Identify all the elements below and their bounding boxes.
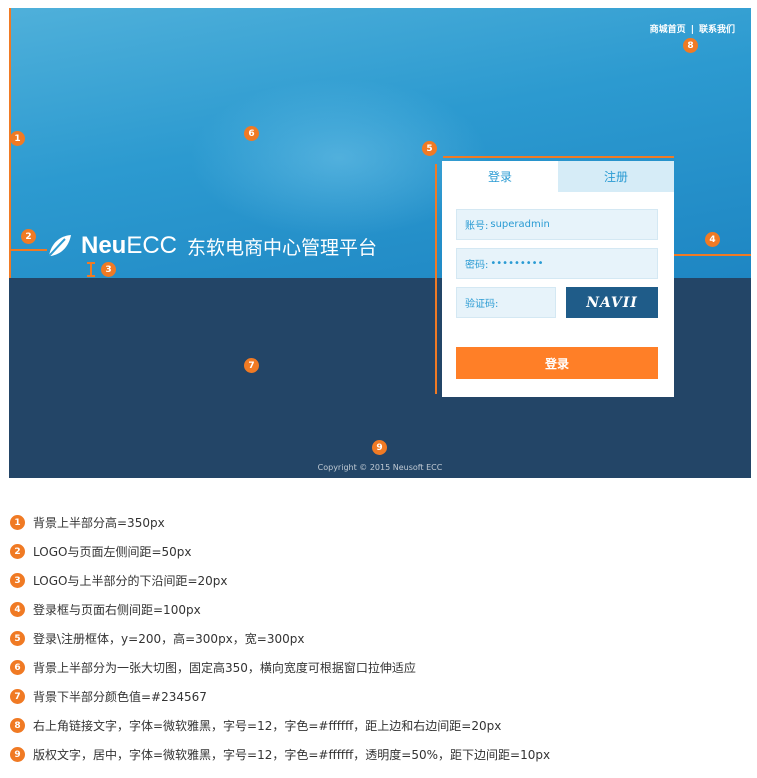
note-number: 6 [10, 660, 25, 675]
note-text: LOGO与页面左侧间距=50px [33, 545, 192, 559]
password-field[interactable]: 密码: ••••••••• [456, 248, 658, 279]
note-text: 登录\注册框体，y=200，高=300px，宽=300px [33, 632, 305, 646]
marker-9: 9 [372, 440, 387, 455]
leaf-logo-icon [48, 235, 71, 257]
login-panel: 登录 注册 账号: superadmin 密码: ••••••••• 验证码: … [442, 161, 674, 397]
tab-login[interactable]: 登录 [442, 161, 558, 192]
note-text: 版权文字，居中，字体=微软雅黑，字号=12，字色=#ffffff，透明度=50%… [33, 748, 551, 762]
note-item: 2 LOGO与页面左侧间距=50px [10, 537, 550, 566]
brand-bold: Neu [81, 232, 127, 259]
note-text: 右上角链接文字，字体=微软雅黑，字号=12，字色=#ffffff，距上边和右边间… [33, 719, 502, 733]
note-item: 5 登录\注册框体，y=200，高=300px，宽=300px [10, 624, 550, 653]
login-button[interactable]: 登录 [456, 347, 658, 379]
account-label: 账号: [465, 221, 489, 232]
spec-notes: 1 背景上半部分高=350px 2 LOGO与页面左侧间距=50px 3 LOGO与上… [10, 508, 550, 769]
note-text: 背景上半部分高=350px [33, 516, 165, 530]
marker-6: 6 [244, 126, 259, 141]
marker-3: 3 [101, 262, 116, 277]
dim-line-logo-bottom-cap2 [87, 275, 95, 277]
note-text: 背景上半部分为一张大切图，固定高350，横向宽度可根据窗口拉伸适应 [33, 661, 416, 675]
mall-home-link[interactable]: 商城首页 [650, 25, 686, 35]
note-text: LOGO与上半部分的下沿间距=20px [33, 574, 228, 588]
account-value: superadmin [490, 219, 550, 230]
captcha-label: 验证码: [465, 299, 499, 310]
logo: NeuECC 东软电商中心管理平台 [45, 232, 377, 260]
note-item: 3 LOGO与上半部分的下沿间距=20px [10, 566, 550, 595]
dim-line-panel-width [443, 156, 674, 158]
note-item: 7 背景下半部分颜色值=#234567 [10, 682, 550, 711]
note-number: 8 [10, 718, 25, 733]
tab-register[interactable]: 注册 [558, 161, 674, 192]
note-number: 4 [10, 602, 25, 617]
contact-link[interactable]: 联系我们 [699, 25, 735, 35]
note-item: 6 背景上半部分为一张大切图，固定高350，横向宽度可根据窗口拉伸适应 [10, 653, 550, 682]
note-item: 8 右上角链接文字，字体=微软雅黑，字号=12，字色=#ffffff，距上边和右边… [10, 711, 550, 740]
captcha-image[interactable]: NAVII [566, 287, 658, 318]
link-separator: | [690, 25, 694, 35]
dim-line-right [674, 254, 751, 256]
login-tabs: 登录 注册 [442, 161, 674, 192]
marker-5: 5 [422, 141, 437, 156]
copyright: Copyright © 2015 Neusoft ECC [317, 463, 443, 472]
note-number: 7 [10, 689, 25, 704]
marker-4: 4 [705, 232, 720, 247]
marker-2: 2 [21, 229, 36, 244]
note-number: 5 [10, 631, 25, 646]
note-item: 9 版权文字，居中，字体=微软雅黑，字号=12，字色=#ffffff，透明度=50… [10, 740, 550, 769]
password-label: 密码: [465, 260, 489, 271]
note-item: 1 背景上半部分高=350px [10, 508, 550, 537]
brand-name: NeuECC [81, 232, 177, 260]
note-item: 4 登录框与页面右侧间距=100px [10, 595, 550, 624]
brand-light: ECC [126, 232, 178, 259]
note-number: 9 [10, 747, 25, 762]
account-field[interactable]: 账号: superadmin [456, 209, 658, 240]
note-number: 3 [10, 573, 25, 588]
marker-8: 8 [683, 38, 698, 53]
marker-7: 7 [244, 358, 259, 373]
platform-title: 东软电商中心管理平台 [187, 236, 378, 259]
note-text: 背景下半部分颜色值=#234567 [33, 690, 207, 704]
marker-1: 1 [10, 131, 25, 146]
password-value: ••••••••• [490, 258, 544, 269]
note-text: 登录框与页面右侧间距=100px [33, 603, 201, 617]
top-links: 商城首页 | 联系我们 [650, 22, 735, 35]
dim-line-logo-left [9, 249, 47, 251]
dim-line-panel-height [435, 164, 437, 394]
note-number: 1 [10, 515, 25, 530]
page-mockup: 商城首页 | 联系我们 NeuECC 东软电商中心管理平台 登录 注册 账号: su… [9, 8, 751, 478]
captcha-field[interactable]: 验证码: [456, 287, 556, 318]
dim-line-logo-bottom [90, 262, 92, 276]
note-number: 2 [10, 544, 25, 559]
